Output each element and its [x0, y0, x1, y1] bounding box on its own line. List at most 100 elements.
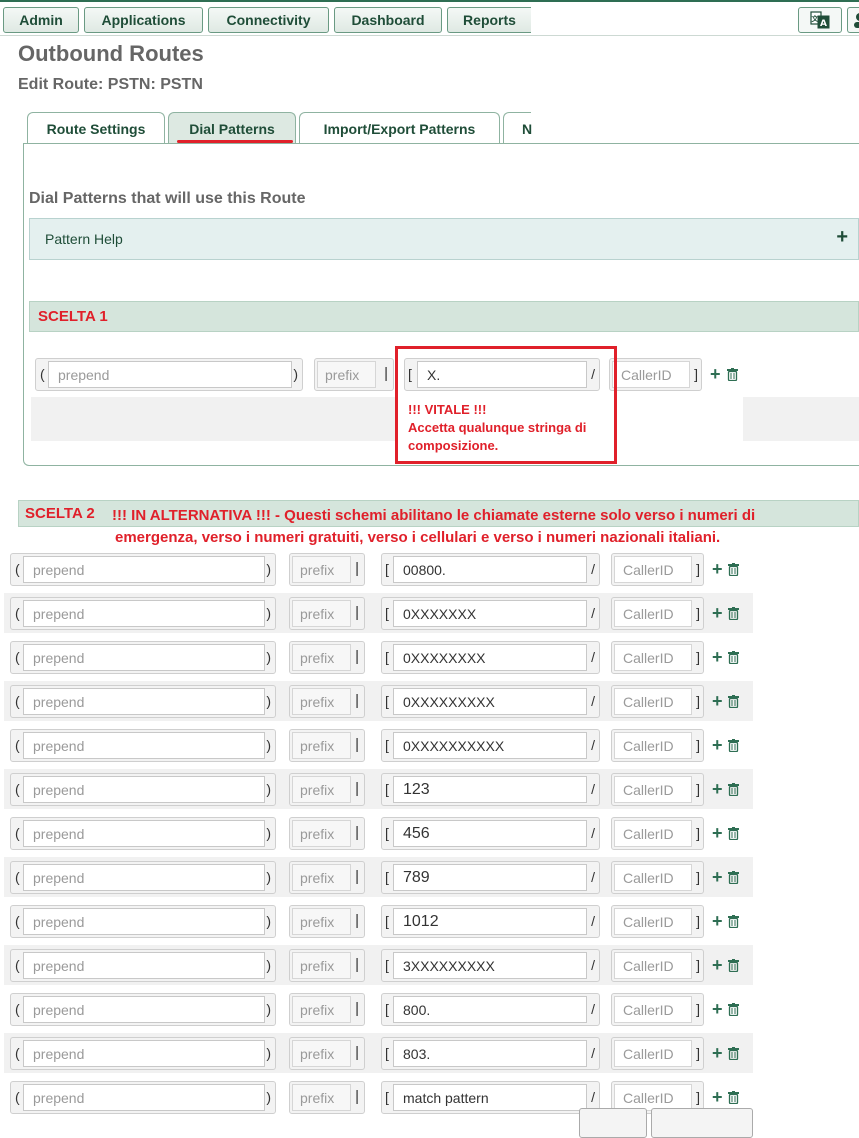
- callerid-input[interactable]: CallerID: [614, 908, 692, 935]
- match-pattern-input[interactable]: 0XXXXXXX: [393, 600, 587, 627]
- trash-icon[interactable]: [728, 871, 739, 884]
- pipe-separator: |: [355, 560, 359, 577]
- prefix-input[interactable]: prefix: [292, 908, 351, 935]
- match-pattern-input[interactable]: 3XXXXXXXXX: [393, 952, 587, 979]
- callerid-input[interactable]: CallerID: [612, 361, 690, 388]
- nav-applications[interactable]: Applications: [84, 7, 203, 33]
- add-row-icon[interactable]: +: [712, 1000, 723, 1018]
- prefix-input[interactable]: prefix: [292, 952, 351, 979]
- add-row-icon[interactable]: +: [712, 1044, 723, 1062]
- prefix-input[interactable]: prefix: [317, 361, 376, 388]
- trash-icon[interactable]: [728, 827, 739, 840]
- prefix-input[interactable]: prefix: [292, 732, 351, 759]
- add-row-icon[interactable]: +: [710, 365, 721, 383]
- callerid-input[interactable]: CallerID: [614, 820, 692, 847]
- pattern-help-toggle[interactable]: Pattern Help +: [29, 218, 859, 260]
- prepend-input[interactable]: prepend: [23, 600, 265, 627]
- prepend-input[interactable]: prepend: [23, 1040, 265, 1067]
- prefix-input[interactable]: prefix: [292, 820, 351, 847]
- add-row-icon[interactable]: +: [712, 560, 723, 578]
- tab-import-export-patterns[interactable]: Import/Export Patterns: [299, 112, 500, 144]
- match-pattern-input[interactable]: 0XXXXXXXXXX: [393, 732, 587, 759]
- match-pattern-input[interactable]: 1012: [393, 908, 587, 935]
- trash-icon[interactable]: [728, 1003, 739, 1016]
- callerid-input[interactable]: CallerID: [614, 556, 692, 583]
- slash-separator: /: [591, 913, 595, 929]
- add-row-icon[interactable]: +: [712, 736, 723, 754]
- add-row-icon[interactable]: +: [712, 648, 723, 666]
- nav-dashboard[interactable]: Dashboard: [334, 7, 442, 33]
- trash-icon[interactable]: [728, 1047, 739, 1060]
- prefix-input[interactable]: prefix: [292, 1084, 351, 1111]
- reset-button[interactable]: [651, 1108, 753, 1138]
- callerid-input[interactable]: CallerID: [614, 776, 692, 803]
- prepend-input[interactable]: prepend: [23, 864, 265, 891]
- prepend-input[interactable]: prepend: [23, 908, 265, 935]
- trash-icon[interactable]: [728, 915, 739, 928]
- tab-notifications[interactable]: N: [503, 112, 531, 144]
- callerid-input[interactable]: CallerID: [614, 996, 692, 1023]
- callerid-input[interactable]: CallerID: [614, 952, 692, 979]
- prefix-input[interactable]: prefix: [292, 996, 351, 1023]
- trash-icon[interactable]: [728, 695, 739, 708]
- match-pattern-input[interactable]: 800.: [393, 996, 587, 1023]
- trash-icon[interactable]: [728, 783, 739, 796]
- language-button[interactable]: A 文: [798, 7, 842, 33]
- callerid-input[interactable]: CallerID: [614, 1084, 692, 1111]
- prepend-input[interactable]: prepend: [23, 996, 265, 1023]
- prefix-input[interactable]: prefix: [292, 776, 351, 803]
- prefix-input[interactable]: prefix: [292, 644, 351, 671]
- match-pattern-input[interactable]: 0XXXXXXXXX: [393, 688, 587, 715]
- submit-button[interactable]: [579, 1108, 647, 1138]
- callerid-input[interactable]: CallerID: [614, 864, 692, 891]
- add-row-icon[interactable]: +: [712, 1088, 723, 1106]
- trash-icon[interactable]: [728, 651, 739, 664]
- prepend-input[interactable]: prepend: [23, 952, 265, 979]
- nav-admin[interactable]: Admin: [3, 7, 79, 33]
- add-row-icon[interactable]: +: [712, 692, 723, 710]
- user-menu-button[interactable]: [847, 7, 859, 33]
- trash-icon[interactable]: [728, 1091, 739, 1104]
- trash-icon[interactable]: [728, 563, 739, 576]
- tab-route-settings[interactable]: Route Settings: [27, 112, 165, 144]
- trash-icon[interactable]: [727, 368, 738, 381]
- add-row-icon[interactable]: +: [712, 868, 723, 886]
- match-pattern-input[interactable]: 789: [393, 864, 587, 891]
- callerid-input[interactable]: CallerID: [614, 1040, 692, 1067]
- add-row-icon[interactable]: +: [712, 780, 723, 798]
- match-pattern-input[interactable]: match pattern: [393, 1084, 587, 1111]
- add-row-icon[interactable]: +: [712, 956, 723, 974]
- match-pattern-input[interactable]: 123: [393, 776, 587, 803]
- match-pattern-group: [1012/: [381, 905, 600, 938]
- prefix-input[interactable]: prefix: [292, 1040, 351, 1067]
- prepend-input[interactable]: prepend: [48, 361, 292, 388]
- prefix-input[interactable]: prefix: [292, 688, 351, 715]
- expand-plus-icon[interactable]: +: [836, 226, 848, 249]
- trash-icon[interactable]: [728, 739, 739, 752]
- add-row-icon[interactable]: +: [712, 912, 723, 930]
- nav-connectivity[interactable]: Connectivity: [208, 7, 329, 33]
- add-row-icon[interactable]: +: [712, 824, 723, 842]
- callerid-input[interactable]: CallerID: [614, 644, 692, 671]
- prepend-input[interactable]: prepend: [23, 556, 265, 583]
- prepend-input[interactable]: prepend: [23, 820, 265, 847]
- match-pattern-input[interactable]: 803.: [393, 1040, 587, 1067]
- callerid-input[interactable]: CallerID: [614, 688, 692, 715]
- prepend-input[interactable]: prepend: [23, 688, 265, 715]
- match-pattern-input[interactable]: 456: [393, 820, 587, 847]
- prepend-input[interactable]: prepend: [23, 776, 265, 803]
- trash-icon[interactable]: [728, 959, 739, 972]
- prefix-input[interactable]: prefix: [292, 864, 351, 891]
- prepend-input[interactable]: prepend: [23, 644, 265, 671]
- prefix-input[interactable]: prefix: [292, 556, 351, 583]
- match-pattern-input[interactable]: 0XXXXXXXX: [393, 644, 587, 671]
- nav-reports[interactable]: Reports: [447, 7, 531, 33]
- prepend-input[interactable]: prepend: [23, 732, 265, 759]
- callerid-input[interactable]: CallerID: [614, 732, 692, 759]
- add-row-icon[interactable]: +: [712, 604, 723, 622]
- prepend-input[interactable]: prepend: [23, 1084, 265, 1111]
- match-pattern-input[interactable]: 00800.: [393, 556, 587, 583]
- callerid-input[interactable]: CallerID: [614, 600, 692, 627]
- trash-icon[interactable]: [728, 607, 739, 620]
- prefix-input[interactable]: prefix: [292, 600, 351, 627]
